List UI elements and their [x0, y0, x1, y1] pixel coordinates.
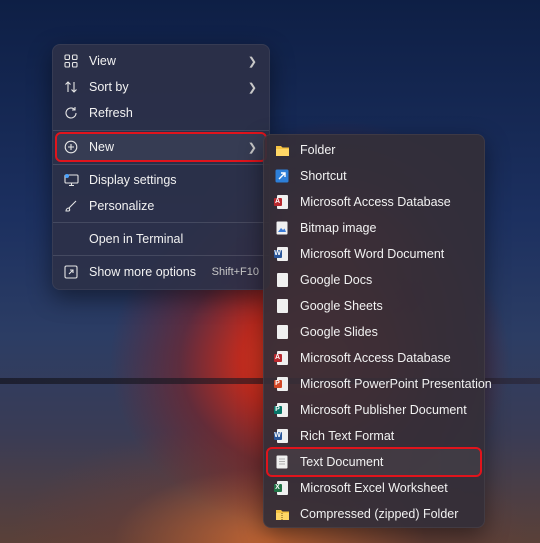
menu-item-show-more-options[interactable]: Show more options Shift+F10 [57, 259, 265, 285]
display-icon [63, 172, 79, 188]
submenu-item-label: Bitmap image [300, 221, 377, 235]
submenu-item-word-document[interactable]: W Microsoft Word Document [268, 241, 480, 267]
word-icon: W [273, 246, 290, 262]
submenu-item-label: Microsoft Word Document [300, 247, 445, 261]
menu-item-personalize[interactable]: Personalize [57, 193, 265, 219]
submenu-item-label: Microsoft Publisher Document [300, 403, 467, 417]
submenu-item-rich-text-format[interactable]: W Rich Text Format [268, 423, 480, 449]
menu-separator [53, 130, 269, 131]
menu-item-new[interactable]: New ❯ [55, 132, 267, 162]
word-icon: W [273, 428, 290, 444]
publisher-icon: P [273, 402, 290, 418]
menu-separator [53, 255, 269, 256]
submenu-item-folder[interactable]: Folder [268, 137, 480, 163]
brush-icon [63, 198, 79, 214]
menu-item-view[interactable]: View ❯ [57, 48, 265, 74]
submenu-item-excel-worksheet[interactable]: X Microsoft Excel Worksheet [268, 475, 480, 501]
zip-folder-icon [274, 506, 290, 522]
submenu-item-label: Shortcut [300, 169, 347, 183]
menu-separator [53, 164, 269, 165]
menu-item-open-in-terminal[interactable]: Open in Terminal [57, 226, 265, 252]
access-icon: A [273, 350, 290, 366]
submenu-item-label: Folder [300, 143, 336, 157]
menu-item-label: Refresh [89, 106, 133, 120]
submenu-item-label: Google Sheets [300, 299, 383, 313]
plus-circle-icon [63, 139, 79, 155]
bitmap-icon [274, 220, 290, 236]
submenu-item-label: Compressed (zipped) Folder [300, 507, 459, 521]
menu-item-label: View [89, 54, 116, 68]
menu-item-display-settings[interactable]: Display settings [57, 167, 265, 193]
submenu-item-text-document[interactable]: Text Document [266, 447, 482, 477]
sort-icon [63, 79, 79, 95]
menu-item-label: Personalize [89, 199, 155, 213]
submenu-item-shortcut[interactable]: Shortcut [268, 163, 480, 189]
submenu-item-google-docs[interactable]: Google Docs [268, 267, 480, 293]
shortcut-icon [274, 168, 290, 184]
menu-item-label: Show more options [89, 265, 197, 279]
access-icon: A [273, 194, 290, 210]
powerpoint-icon: P [273, 376, 290, 392]
submenu-item-label: Text Document [300, 455, 384, 469]
shortcut-hint: Shift+F10 [211, 266, 259, 278]
file-icon [274, 272, 290, 288]
folder-icon [274, 142, 290, 158]
submenu-item-label: Rich Text Format [300, 429, 395, 443]
submenu-item-powerpoint-presentation[interactable]: P Microsoft PowerPoint Presentation [268, 371, 492, 397]
menu-item-sort-by[interactable]: Sort by ❯ [57, 74, 265, 100]
desktop-context-menu: View ❯ Sort by ❯ Refresh New ❯ Display s… [52, 44, 270, 290]
submenu-item-label: Google Slides [300, 325, 378, 339]
submenu-item-compressed-folder[interactable]: Compressed (zipped) Folder [268, 501, 480, 527]
submenu-item-label: Microsoft PowerPoint Presentation [300, 377, 492, 391]
menu-item-label: Sort by [89, 80, 129, 94]
submenu-item-label: Microsoft Access Database [300, 195, 451, 209]
more-options-icon [63, 264, 79, 280]
new-submenu: Folder Shortcut A Microsoft Access Datab… [263, 134, 492, 528]
chevron-right-icon: ❯ [247, 141, 257, 154]
submenu-item-google-slides[interactable]: Google Slides [268, 319, 480, 345]
submenu-item-access-database-2[interactable]: A Microsoft Access Database [268, 345, 480, 371]
submenu-item-bitmap-image[interactable]: Bitmap image [268, 215, 480, 241]
text-file-icon [274, 454, 290, 470]
submenu-item-label: Microsoft Excel Worksheet [300, 481, 448, 495]
file-icon [274, 324, 290, 340]
menu-item-label: Display settings [89, 173, 177, 187]
excel-icon: X [273, 480, 290, 496]
submenu-item-google-sheets[interactable]: Google Sheets [268, 293, 480, 319]
menu-item-label: Open in Terminal [89, 232, 184, 246]
refresh-icon [63, 105, 79, 121]
file-icon [274, 298, 290, 314]
chevron-right-icon: ❯ [247, 55, 257, 68]
chevron-right-icon: ❯ [247, 81, 257, 94]
submenu-item-label: Microsoft Access Database [300, 351, 451, 365]
submenu-item-access-database[interactable]: A Microsoft Access Database [268, 189, 480, 215]
menu-item-label: New [89, 140, 115, 154]
menu-item-refresh[interactable]: Refresh [57, 100, 265, 126]
submenu-item-label: Google Docs [300, 273, 373, 287]
menu-separator [53, 222, 269, 223]
submenu-item-publisher-document[interactable]: P Microsoft Publisher Document [268, 397, 480, 423]
grid-icon [63, 53, 79, 69]
